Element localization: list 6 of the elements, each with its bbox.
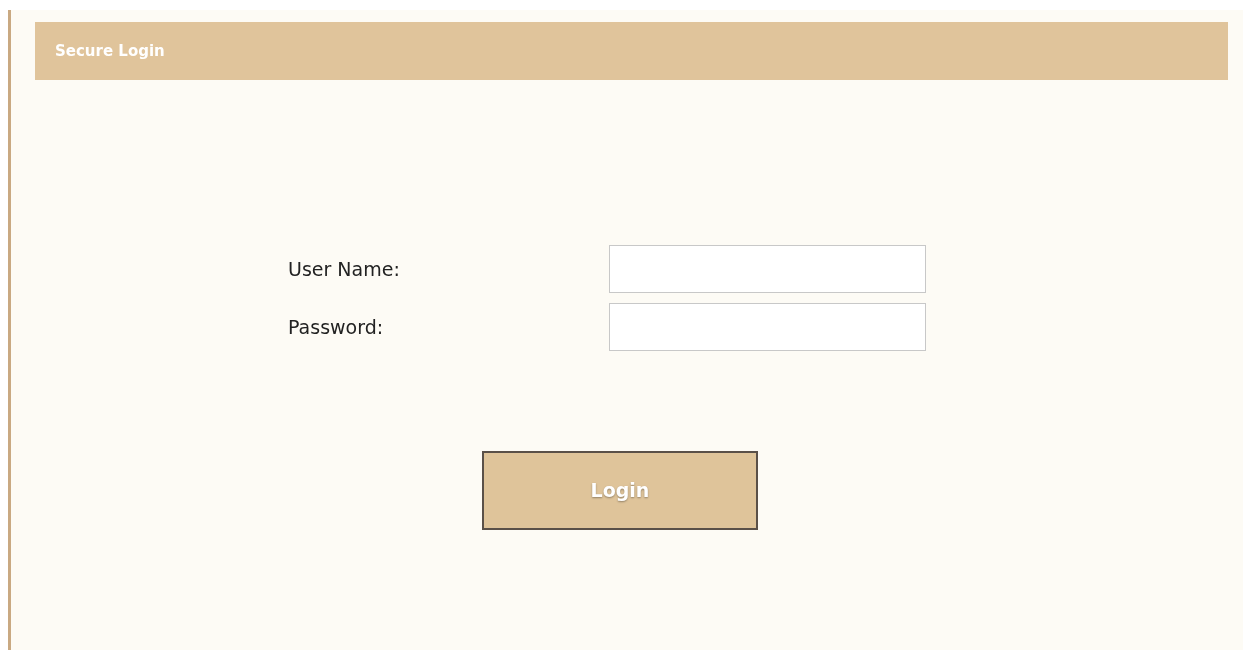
login-button[interactable]: Login [482, 451, 758, 530]
field-label: User Name: [288, 256, 401, 282]
password-field[interactable] [609, 303, 926, 351]
input-field[interactable] [609, 245, 926, 293]
header-title: Secure Login [55, 40, 165, 62]
field-label: Password: [288, 314, 385, 340]
